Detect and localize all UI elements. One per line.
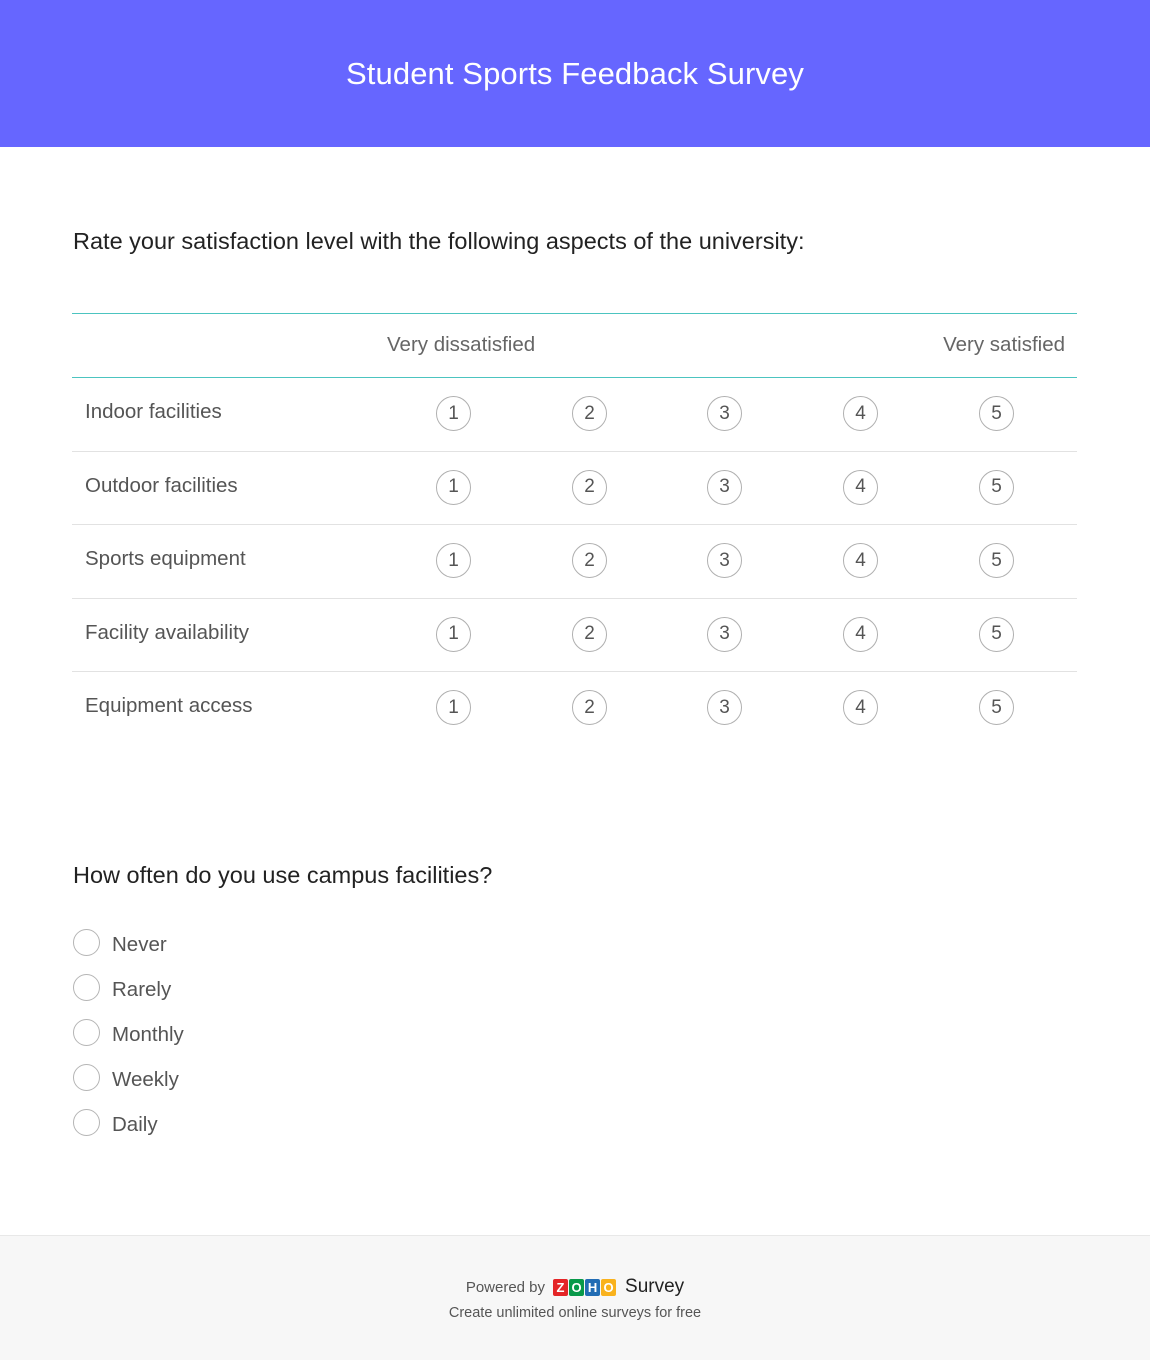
option-label: Never	[112, 933, 167, 956]
rating-option-1[interactable]: 1	[436, 396, 471, 431]
scale-low-label: Very dissatisfied	[387, 333, 536, 356]
rating-option-5[interactable]: 5	[979, 616, 1014, 652]
rating-option-3[interactable]: 3	[707, 469, 742, 505]
rating-option-2[interactable]: 2	[572, 543, 607, 578]
radio-button[interactable]	[73, 929, 100, 956]
rating-option-5[interactable]: 5	[979, 396, 1014, 431]
option-label: Rarely	[112, 978, 172, 1001]
rating-option-3[interactable]: 3	[707, 543, 742, 578]
row-label: Indoor facilities	[85, 400, 222, 423]
rating-option-2[interactable]: 2	[572, 396, 607, 431]
rating-option-3[interactable]: 3	[707, 616, 742, 652]
option-weekly[interactable]: Weekly	[73, 1064, 184, 1109]
row-label: Facility availability	[85, 620, 250, 644]
rating-option-1[interactable]: 1	[436, 690, 471, 725]
rating-option-4[interactable]: 4	[843, 616, 878, 652]
matrix-row-facility-availability: Facility availability 1 2 3 4 5	[72, 599, 1077, 672]
matrix-row-outdoor-facilities: Outdoor facilities 1 2 3 4 5	[72, 452, 1077, 525]
matrix-row-indoor-facilities: Indoor facilities 1 2 3 4 5	[72, 378, 1077, 452]
rating-option-1[interactable]: 1	[436, 469, 471, 505]
option-never[interactable]: Never	[73, 929, 184, 974]
matrix-row-sports-equipment: Sports equipment 1 2 3 4 5	[72, 525, 1077, 599]
rating-option-4[interactable]: 4	[843, 543, 878, 578]
matrix-row-equipment-access: Equipment access 1 2 3 4 5	[72, 672, 1077, 746]
survey-header: Student Sports Feedback Survey	[0, 0, 1150, 147]
row-label: Equipment access	[85, 694, 253, 717]
rating-option-2[interactable]: 2	[572, 469, 607, 505]
row-label: Sports equipment	[85, 547, 246, 570]
question-1-title: Rate your satisfaction level with the fo…	[73, 228, 805, 254]
option-label: Weekly	[112, 1068, 179, 1091]
rating-option-1[interactable]: 1	[436, 543, 471, 578]
rating-option-3[interactable]: 3	[707, 690, 742, 725]
zoho-logo-letter: O	[569, 1278, 585, 1296]
option-daily[interactable]: Daily	[73, 1109, 184, 1154]
powered-by-text: Powered by	[465, 1278, 546, 1296]
rating-option-5[interactable]: 5	[979, 469, 1014, 505]
zoho-logo: Z O H O	[553, 1278, 617, 1296]
rating-option-4[interactable]: 4	[843, 396, 878, 431]
footer: Powered by Z O H O Survey Create unlimit…	[0, 1235, 1150, 1360]
zoho-logo-letter: Z	[553, 1278, 569, 1296]
scale-high-label: Very satisfied	[943, 333, 1065, 356]
rating-option-3[interactable]: 3	[707, 396, 742, 431]
rating-option-1[interactable]: 1	[436, 616, 471, 652]
frequency-options: Never Rarely Monthly Weekly Daily	[73, 929, 184, 1154]
rating-option-2[interactable]: 2	[572, 690, 607, 725]
product-name: Survey	[625, 1276, 685, 1297]
zoho-logo-letter: O	[601, 1278, 617, 1296]
rating-matrix: Very dissatisfied Very satisfied Indoor …	[72, 313, 1077, 746]
radio-button[interactable]	[73, 974, 100, 1001]
zoho-logo-letter: H	[585, 1278, 601, 1296]
option-monthly[interactable]: Monthly	[73, 1019, 184, 1064]
rating-scale-header: Very dissatisfied Very satisfied	[72, 313, 1077, 378]
rating-option-5[interactable]: 5	[979, 543, 1014, 578]
option-label: Monthly	[112, 1023, 184, 1046]
survey-title: Student Sports Feedback Survey	[346, 55, 804, 91]
radio-button[interactable]	[73, 1064, 100, 1091]
rating-option-2[interactable]: 2	[572, 616, 607, 652]
radio-button[interactable]	[73, 1109, 100, 1136]
radio-button[interactable]	[73, 1019, 100, 1046]
option-rarely[interactable]: Rarely	[73, 974, 184, 1019]
option-label: Daily	[112, 1113, 158, 1136]
question-2-title: How often do you use campus facilities?	[73, 862, 493, 888]
rating-option-4[interactable]: 4	[843, 469, 878, 505]
row-label: Outdoor facilities	[85, 473, 238, 497]
powered-by-link[interactable]: Powered by Z O H O Survey	[0, 1276, 1150, 1298]
rating-option-5[interactable]: 5	[979, 690, 1014, 725]
footer-tagline[interactable]: Create unlimited online surveys for free	[0, 1305, 1150, 1321]
rating-option-4[interactable]: 4	[843, 690, 878, 725]
